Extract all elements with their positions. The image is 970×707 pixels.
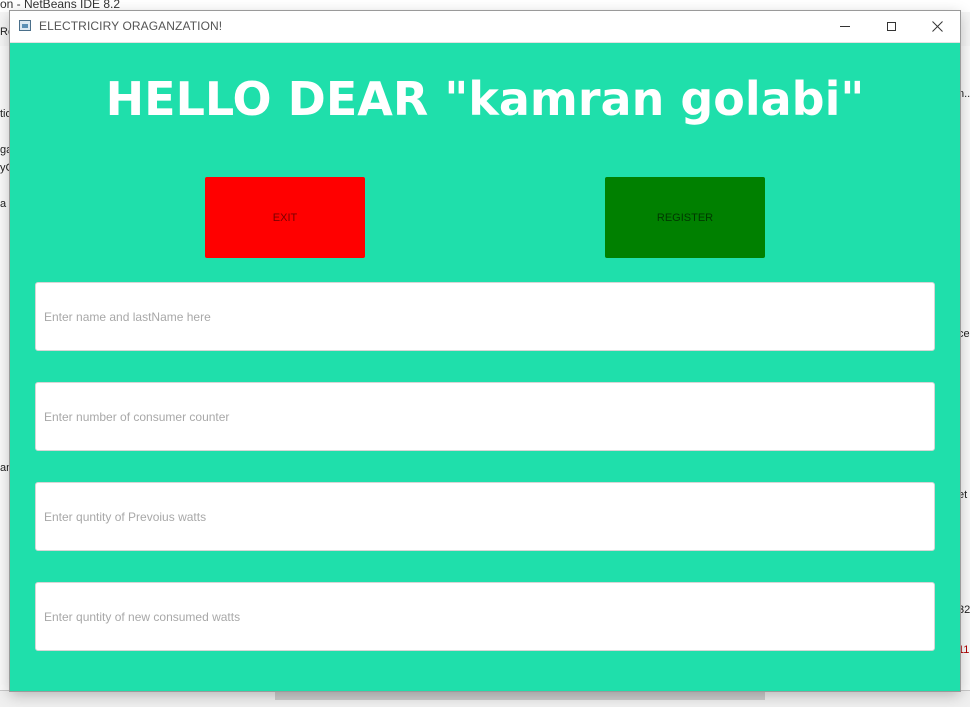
exit-button-label: EXIT (272, 211, 298, 224)
name-input[interactable] (35, 282, 935, 351)
greeting-heading: HELLO DEAR "kamran golabi" (105, 72, 865, 126)
ide-title-text: on - NetBeans IDE 8.2 (0, 0, 121, 11)
java-window-icon (19, 20, 31, 31)
exit-button[interactable]: EXIT (205, 177, 365, 258)
previous-watts-input[interactable] (35, 482, 935, 551)
register-button-label: REGISTER (656, 211, 714, 224)
maximize-button[interactable] (868, 11, 914, 42)
consumer-counter-input[interactable] (35, 382, 935, 451)
new-watts-input[interactable] (35, 582, 935, 651)
ide-fragment: a (0, 198, 7, 210)
minimize-button[interactable] (822, 11, 868, 42)
close-icon (931, 21, 943, 32)
ide-scrollbar[interactable] (275, 692, 765, 700)
register-button[interactable]: REGISTER (605, 177, 765, 258)
maximize-icon (886, 22, 896, 31)
minimize-icon (840, 26, 850, 27)
window-title: ELECTRICIRY ORAGANZATION! (39, 19, 223, 33)
app-window: ELECTRICIRY ORAGANZATION! HELLO DEAR "ka… (10, 11, 960, 691)
window-titlebar[interactable]: ELECTRICIRY ORAGANZATION! (10, 11, 960, 43)
close-button[interactable] (914, 11, 960, 42)
